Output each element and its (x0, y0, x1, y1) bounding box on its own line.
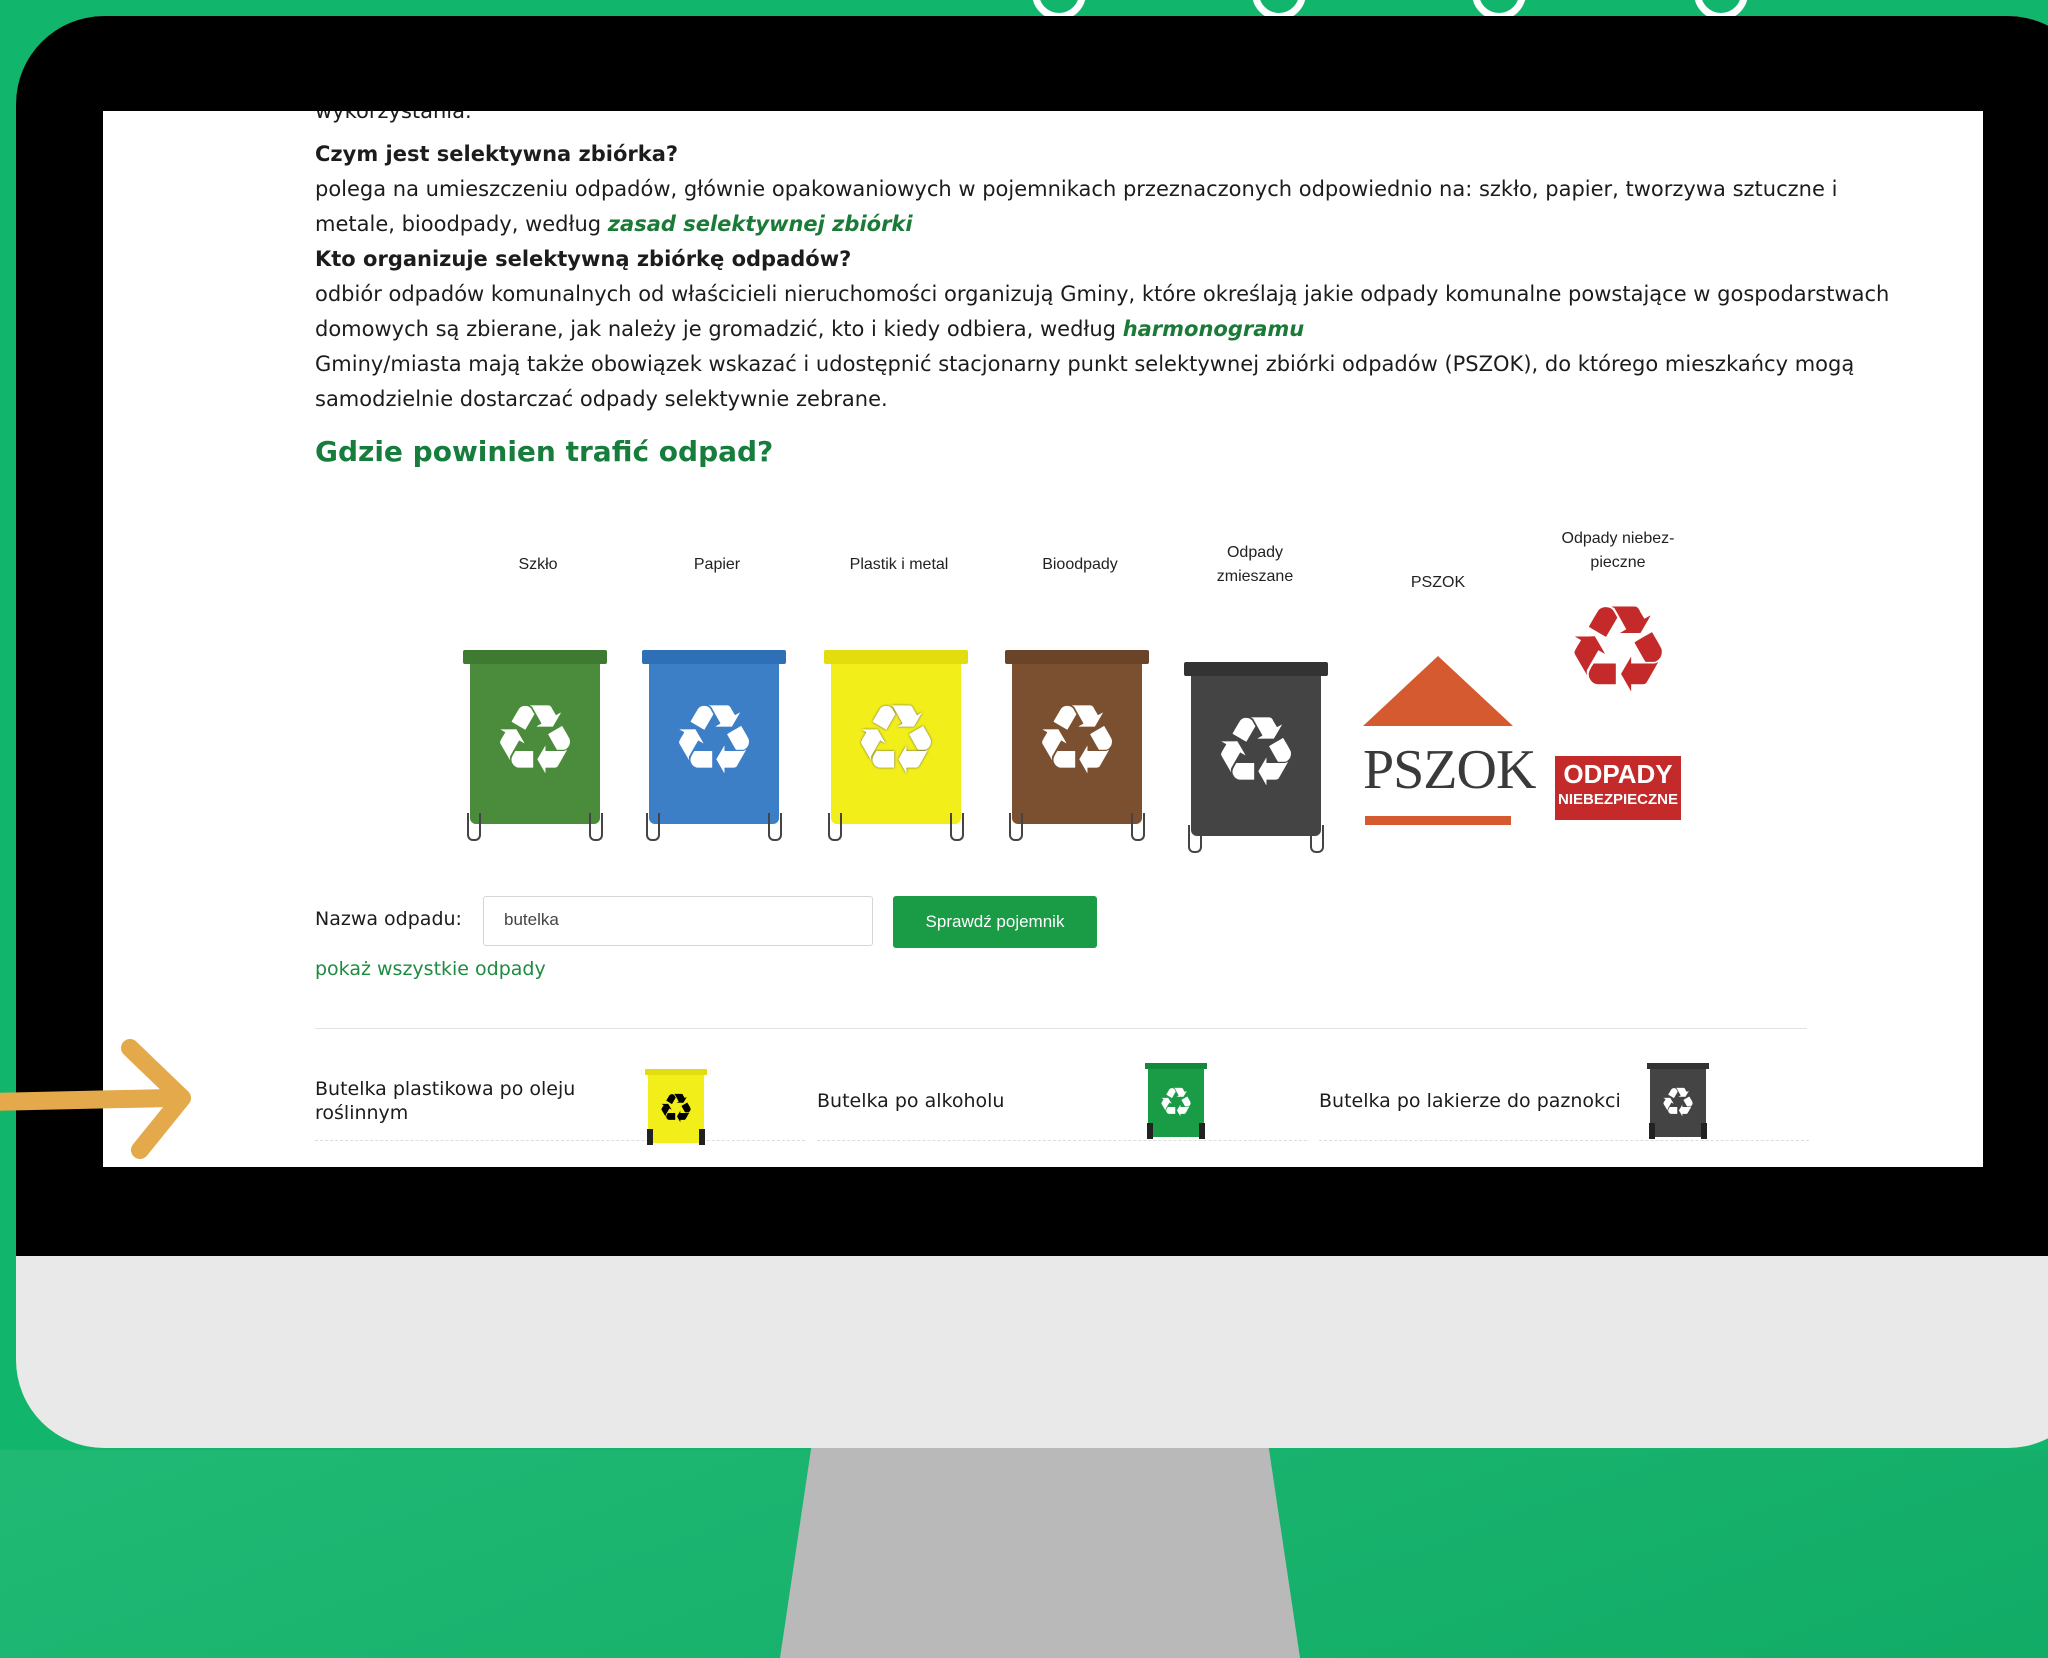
recycle-icon: ♻ (670, 684, 758, 796)
result-item[interactable]: Butelka po alkoholu ♻ (817, 1041, 1307, 1141)
monitor-stand (780, 1448, 1300, 1658)
result-name: Butelka po alkoholu (817, 1090, 1005, 1112)
roof-icon (1363, 656, 1513, 726)
result-name: Butelka plastikowa po oleju roślinnym (315, 1078, 576, 1124)
result-item[interactable]: Butelka plastikowa po oleju roślinnym ♻ (315, 1041, 805, 1145)
answer-2: odbiór odpadów komunalnych od właściciel… (315, 282, 1890, 341)
arrow-icon (0, 1039, 191, 1159)
show-all-link[interactable]: pokaż wszystkie odpady (315, 958, 546, 980)
hazardous-badge: ODPADY NIEBEZPIECZNE (1555, 756, 1681, 820)
browser-viewport: wykorzystania. Czym jest selektywna zbió… (103, 111, 1983, 1167)
recycle-icon: ♻ (852, 684, 940, 796)
answer-3: Gminy/miasta mają także obowiązek wskaza… (315, 352, 1855, 411)
hazardous-recycle-icon: ♻ (1564, 581, 1672, 720)
question-2: Kto organizuje selektywną zbiórkę odpadó… (315, 247, 852, 271)
recycle-icon: ♻ (491, 684, 579, 796)
section-heading: Gdzie powinien trafić odpad? (315, 435, 774, 468)
zasady-link[interactable]: zasad selektywnej zbiórki (608, 212, 913, 236)
check-bin-button[interactable]: Sprawdź pojemnik (893, 896, 1097, 948)
question-1: Czym jest selektywna zbiórka? (315, 142, 679, 166)
answer-1: polega na umieszczeniu odpadów, głównie … (315, 177, 1838, 236)
recycle-icon: ♻ (1033, 684, 1121, 796)
search-input[interactable]: butelka (483, 896, 873, 946)
bins-infographic: Szkło ♻ Papier ♻ Plastik i metal ♻ Biood… (423, 530, 1703, 861)
recycle-icon: ♻ (1212, 696, 1300, 808)
result-item[interactable]: Butelka po lakierze do paznokci ♻ (1319, 1041, 1809, 1141)
result-name: Butelka po lakierze do paznokci (1319, 1090, 1621, 1112)
divider (315, 1028, 1807, 1029)
search-label: Nazwa odpadu: (315, 908, 462, 930)
intro-fragment: wykorzystania. (315, 111, 472, 123)
harmonogram-link[interactable]: harmonogramu (1123, 317, 1305, 341)
faq-block: Czym jest selektywna zbiórka? polega na … (315, 137, 1915, 417)
